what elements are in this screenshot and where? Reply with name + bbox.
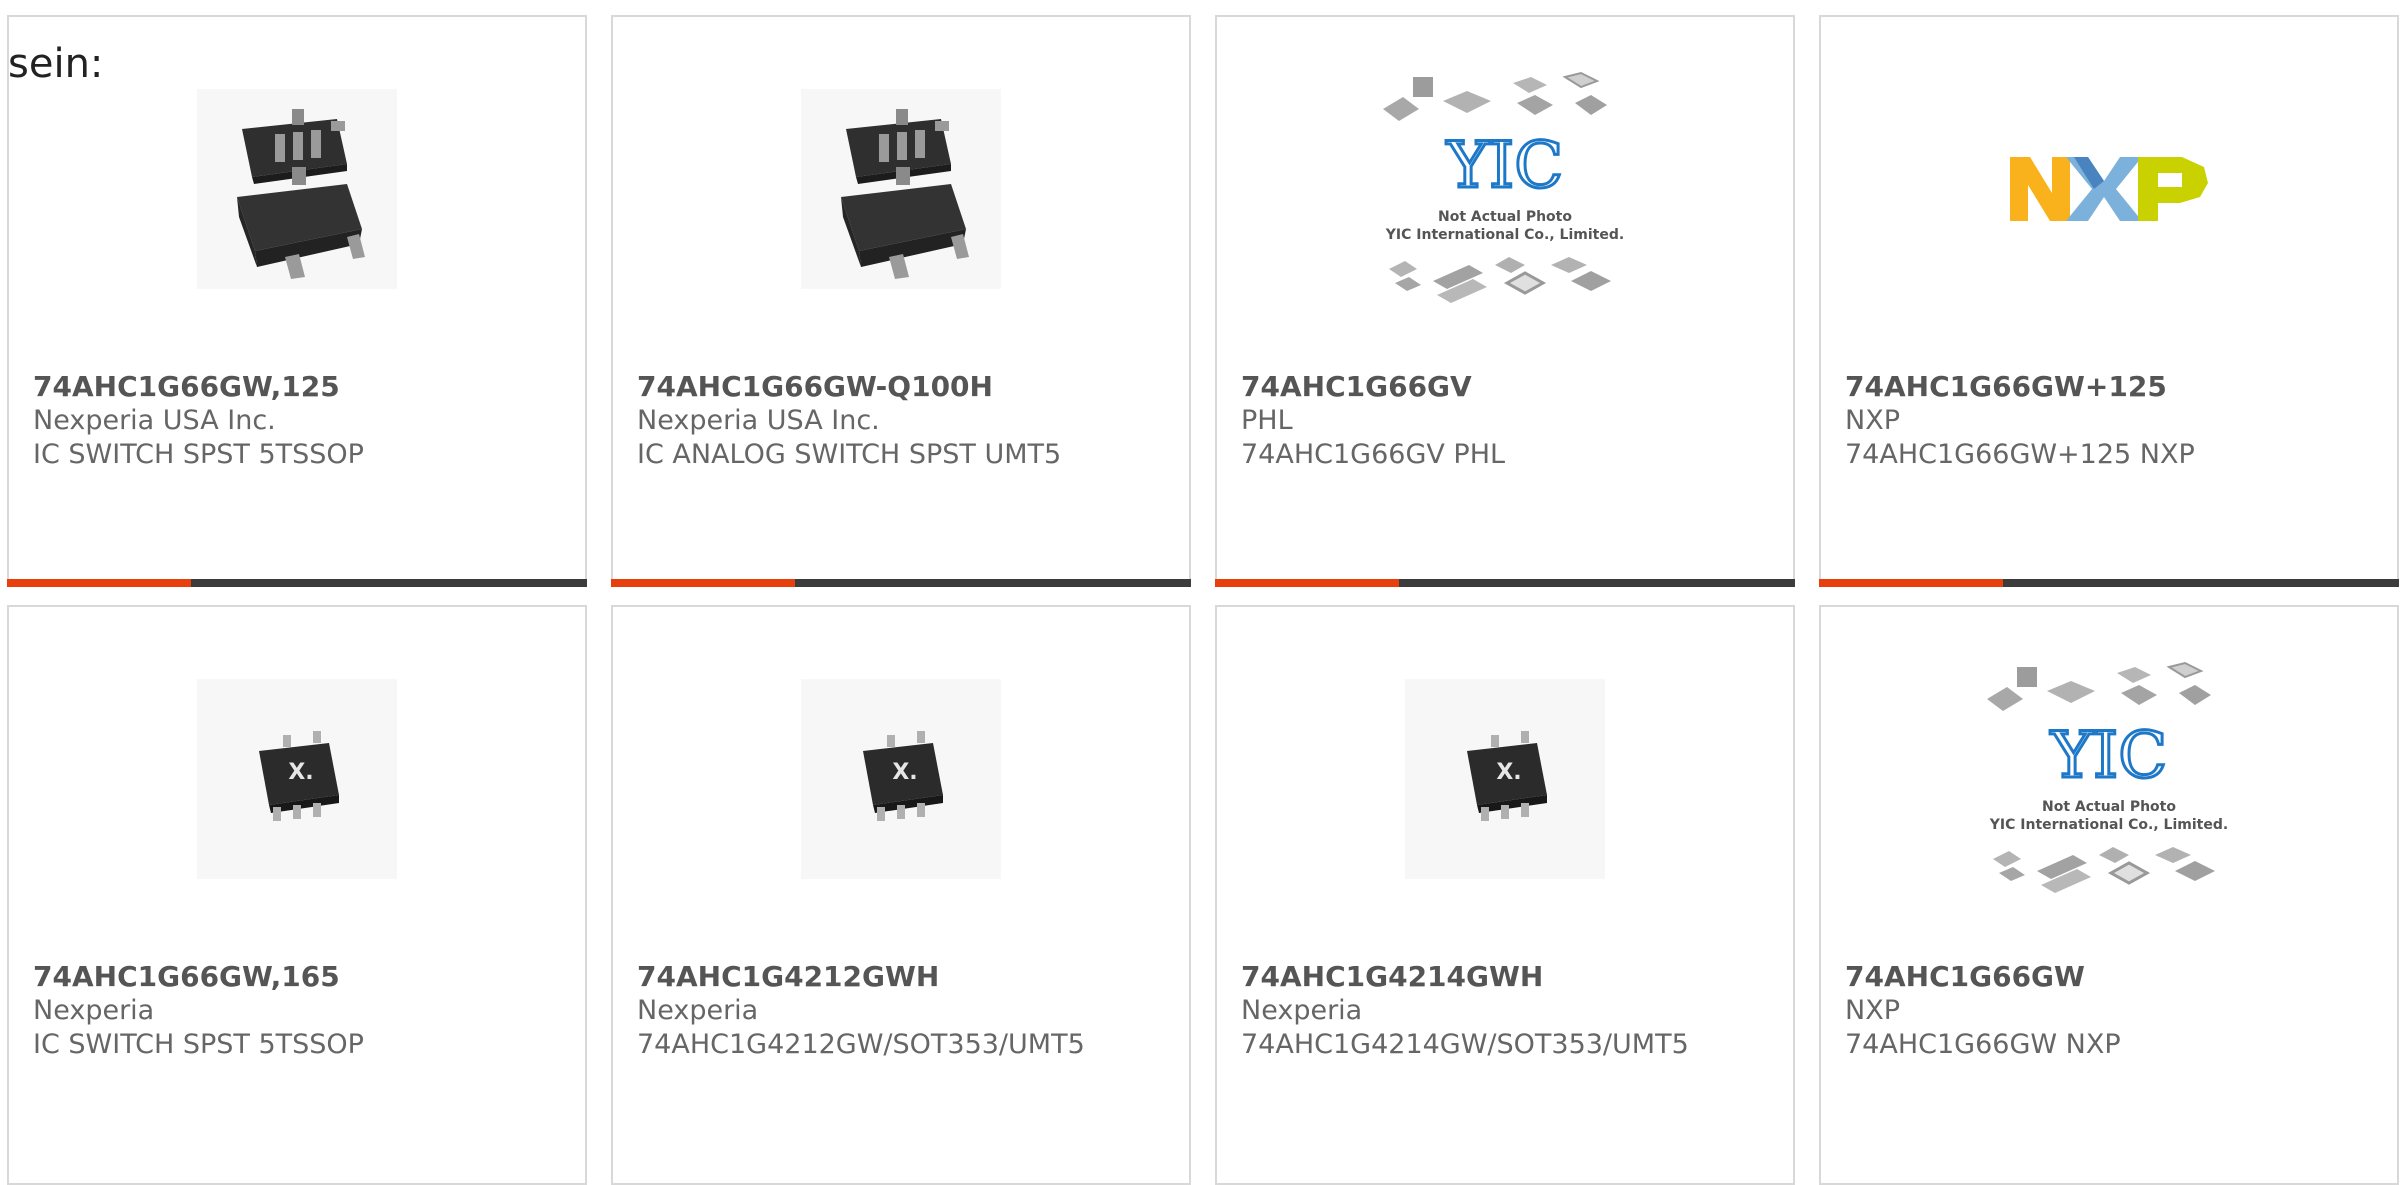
placeholder-line1: Not Actual Photo (2042, 799, 2176, 815)
description: 74AHC1G66GW NXP (1845, 1029, 2121, 1060)
product-image[interactable]: X. (1217, 659, 1793, 899)
manufacturer: Nexperia (1241, 995, 1363, 1026)
product-grid: 74AHC1G66GW,125 Nexperia USA Inc. IC SWI… (0, 0, 2400, 1185)
manufacturer: Nexperia USA Inc. (637, 405, 880, 436)
yic-placeholder-icon: YIC Not Actual Photo YIC International C… (1987, 661, 2228, 893)
card-bottom-bar (7, 579, 587, 587)
svg-text:YIC: YIC (2050, 719, 2168, 793)
product-card[interactable]: 74AHC1G66GW-Q100H Nexperia USA Inc. IC A… (611, 15, 1191, 587)
description: 74AHC1G4214GW/SOT353/UMT5 (1241, 1029, 1689, 1060)
nexperia-chip-icon: X. (801, 679, 1001, 879)
description: IC ANALOG SWITCH SPST UMT5 (637, 439, 1062, 470)
manufacturer: PHL (1241, 405, 1293, 436)
product-image[interactable]: X. (613, 659, 1189, 899)
svg-text:X.: X. (892, 760, 917, 785)
card-accent (7, 579, 191, 587)
product-card[interactable]: X. 74AHC1G66GW,165 Nexperia IC SWITCH SP… (7, 605, 587, 1185)
placeholder-line1: Not Actual Photo (1438, 209, 1572, 225)
nexperia-chip-icon: X. (1405, 679, 1605, 879)
yic-placeholder-icon: YIC Not Actual Photo YIC International C… (1383, 71, 1624, 303)
product-card[interactable]: 74AHC1G66GW+125 NXP 74AHC1G66GW+125 NXP (1819, 15, 2399, 587)
manufacturer: NXP (1845, 405, 1900, 436)
nexperia-chip-icon: X. (197, 679, 397, 879)
product-card[interactable]: YIC Not Actual Photo YIC International C… (1819, 605, 2399, 1185)
product-image[interactable] (9, 69, 585, 309)
placeholder-line2: YIC International Co., Limited. (1989, 817, 2228, 833)
description: IC SWITCH SPST 5TSSOP (33, 1029, 364, 1060)
part-number[interactable]: 74AHC1G66GV (1241, 369, 1777, 404)
manufacturer: Nexperia USA Inc. (33, 405, 276, 436)
card-accent (611, 579, 795, 587)
svg-text:YIC: YIC (1446, 129, 1564, 203)
description: 74AHC1G4212GW/SOT353/UMT5 (637, 1029, 1085, 1060)
description: IC SWITCH SPST 5TSSOP (33, 439, 364, 470)
part-number[interactable]: 74AHC1G66GW-Q100H (637, 369, 1173, 404)
placeholder-line2: YIC International Co., Limited. (1385, 227, 1624, 243)
manufacturer: Nexperia (33, 995, 155, 1026)
description: 74AHC1G66GW+125 NXP (1845, 439, 2195, 470)
card-bottom-bar (611, 579, 1191, 587)
description: 74AHC1G66GV PHL (1241, 439, 1506, 470)
part-number[interactable]: 74AHC1G66GW (1845, 959, 2381, 994)
card-bottom-bar (1819, 579, 2399, 587)
product-card[interactable]: 74AHC1G66GW,125 Nexperia USA Inc. IC SWI… (7, 15, 587, 587)
svg-text:X.: X. (1496, 760, 1521, 785)
product-card[interactable]: X. 74AHC1G4214GWH Nexperia 74AHC1G4214GW… (1215, 605, 1795, 1185)
manufacturer: Nexperia (637, 995, 759, 1026)
product-image[interactable]: YIC Not Actual Photo YIC International C… (1821, 659, 2397, 899)
part-number[interactable]: 74AHC1G4214GWH (1241, 959, 1777, 994)
part-number[interactable]: 74AHC1G66GW+125 (1845, 369, 2381, 404)
product-card[interactable]: X. 74AHC1G4212GWH Nexperia 74AHC1G4212GW… (611, 605, 1191, 1185)
nxp-logo-icon (2010, 157, 2208, 221)
manufacturer: NXP (1845, 995, 1900, 1026)
product-card[interactable]: YIC Not Actual Photo YIC International C… (1215, 15, 1795, 587)
card-bottom-bar (1215, 579, 1795, 587)
sot-package-icon (197, 89, 397, 289)
product-image[interactable]: X. (9, 659, 585, 899)
product-image[interactable] (1821, 69, 2397, 309)
part-number[interactable]: 74AHC1G66GW,165 (33, 959, 569, 994)
sot-package-icon (801, 89, 1001, 289)
section-heading: sein: (8, 41, 104, 87)
part-number[interactable]: 74AHC1G66GW,125 (33, 369, 569, 404)
product-image[interactable] (613, 69, 1189, 309)
part-number[interactable]: 74AHC1G4212GWH (637, 959, 1173, 994)
card-accent (1215, 579, 1399, 587)
svg-text:X.: X. (288, 760, 313, 785)
card-accent (1819, 579, 2003, 587)
product-image[interactable]: YIC Not Actual Photo YIC International C… (1217, 69, 1793, 309)
